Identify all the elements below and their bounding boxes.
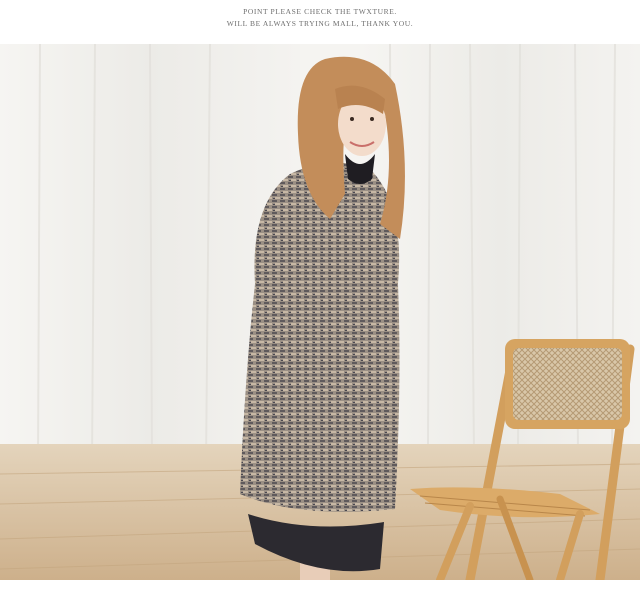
footer-strip (0, 580, 640, 589)
product-photo (0, 44, 640, 580)
notice-line-2: WILL BE ALWAYS TRYING MALL, THANK YOU. (226, 19, 414, 28)
rattan-back (513, 348, 622, 420)
notice-header: POINT PLEASE CHECK THE TWXTURE. WILL BE … (0, 0, 640, 44)
photo-illustration (0, 44, 640, 580)
notice-line-1: POINT PLEASE CHECK THE TWXTURE. (243, 7, 397, 16)
